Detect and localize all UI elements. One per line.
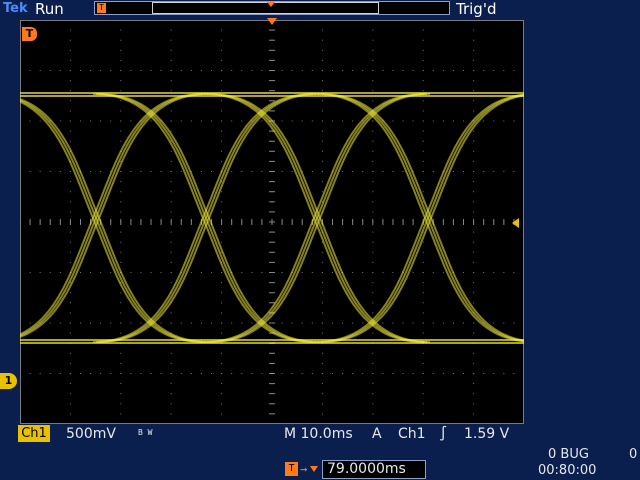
horizontal-delay-value[interactable]: 79.0000ms — [322, 460, 426, 479]
trace-segment — [20, 99, 207, 343]
eye-diagram-trace — [20, 92, 524, 344]
rising-edge-icon: ∫ — [439, 426, 448, 442]
acquisition-status: Run — [35, 0, 64, 18]
trigger-mode: A — [372, 426, 382, 442]
trigger-point-marker[interactable]: T — [22, 27, 37, 41]
trace-segment — [320, 94, 524, 343]
channel-label[interactable]: Ch1 — [18, 425, 50, 442]
trace-segment — [95, 93, 317, 343]
trace-segment — [20, 100, 204, 343]
trace-segment — [317, 93, 524, 343]
trace-segment — [317, 93, 524, 343]
trace-segment — [314, 93, 524, 343]
trace-segment — [20, 93, 210, 338]
trace-segment — [206, 93, 428, 343]
trigger-position-marker-icon — [267, 18, 277, 25]
trace-segment — [20, 93, 207, 337]
position-marker-icon — [267, 2, 275, 7]
channel1-ground-marker[interactable]: 1 — [0, 373, 17, 389]
trace-segment — [20, 93, 204, 336]
trace-segment — [20, 98, 210, 343]
trace-segment — [314, 93, 524, 343]
brand-logo: Tek — [3, 1, 28, 16]
timebase-readout: M 10.0ms — [284, 426, 353, 442]
volts-per-div: 500mV — [66, 426, 116, 442]
delay-arrow-icon: → — [300, 462, 308, 476]
trigger-level: 1.59 V — [464, 426, 510, 442]
record-view-window — [152, 2, 379, 14]
trigger-icon: T — [97, 3, 106, 13]
bug-status: 0 BUG — [548, 447, 589, 462]
trigger-source: Ch1 — [398, 426, 426, 442]
waveform-display — [20, 20, 524, 424]
delay-marker-icon — [310, 466, 318, 472]
delay-trigger-icon: T — [285, 462, 298, 476]
right-counter: 0 — [629, 447, 638, 462]
bandwidth-limit-indicator: B W — [138, 428, 153, 437]
clock-readout: 00:80:00 — [538, 463, 597, 478]
trigger-level-marker-icon[interactable] — [512, 218, 519, 228]
record-position-bar: T — [94, 1, 450, 15]
trigger-status: Trig'd — [456, 0, 497, 18]
trace-segment — [320, 93, 524, 342]
status-readout: Ch1 500mV B W M 10.0ms A Ch1 ∫ 1.59 V — [18, 424, 524, 444]
